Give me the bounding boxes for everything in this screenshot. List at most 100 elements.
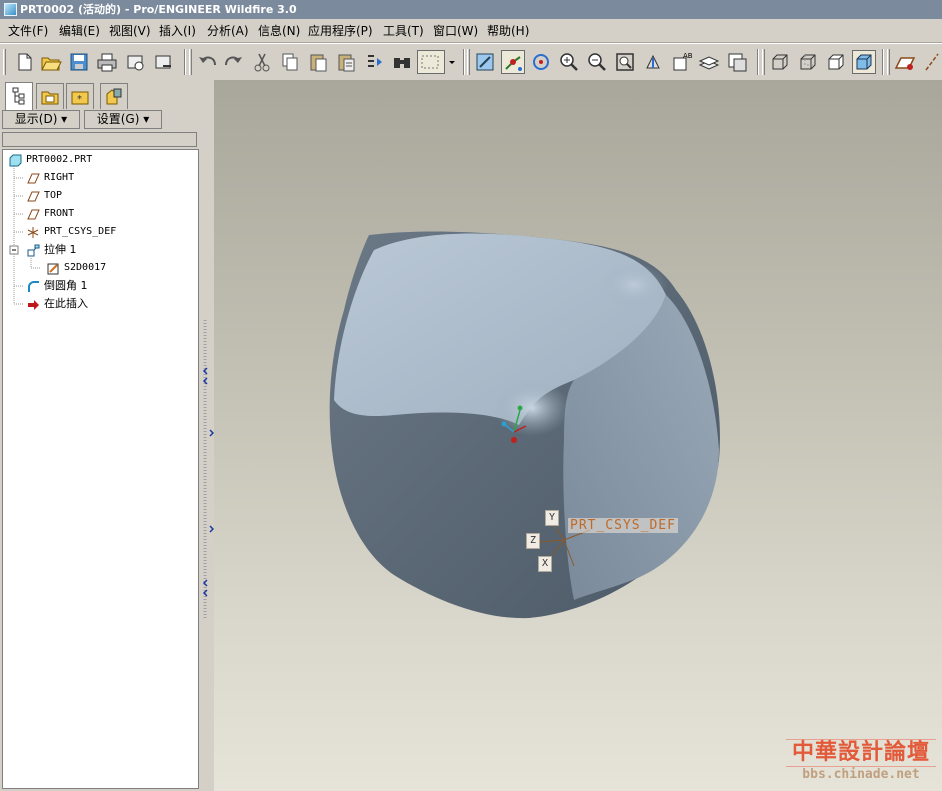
tree-item-label: S2D0017 (64, 262, 107, 273)
folder-browser-icon (41, 91, 59, 105)
redo-icon[interactable] (222, 50, 246, 74)
tree-item-label: 拉伸 1 (44, 243, 77, 256)
undo-icon[interactable] (195, 50, 219, 74)
toolbar-grip[interactable] (189, 49, 192, 75)
navigator-panel: * 显示(D) ▾ 设置(G) ▾ PRT0002.PRT RIGHT TOP … (0, 80, 201, 791)
tree-item-label: RIGHT (44, 172, 75, 183)
menu-tools[interactable]: 工具(T) (383, 23, 424, 39)
send-email-icon[interactable] (123, 50, 147, 74)
extrude-icon (27, 244, 40, 257)
favorites-icon: * (71, 91, 89, 105)
datum-axes-toggle-icon[interactable] (920, 50, 942, 74)
app-icon (4, 3, 17, 16)
show-dropdown[interactable]: 显示(D) ▾ (2, 110, 80, 129)
toolbar-grip[interactable] (3, 49, 6, 75)
window-title: PRT0002 (活动的) - Pro/ENGINEER Wildfire 3.… (20, 3, 297, 16)
tree-item-label: FRONT (44, 208, 75, 219)
zoom-out-icon[interactable] (585, 50, 609, 74)
selection-filter-dropdown[interactable] (417, 50, 445, 74)
menu-window[interactable]: 窗口(W) (433, 23, 478, 39)
menu-applications[interactable]: 应用程序(P) (308, 23, 373, 39)
model-tree-icon (12, 87, 25, 105)
menu-help[interactable]: 帮助(H) (487, 23, 529, 39)
panel-splitter[interactable] (201, 80, 214, 791)
tree-item-label: 倒圆角 1 (44, 279, 88, 292)
toolbar-grip[interactable] (467, 49, 470, 75)
part-icon (9, 154, 22, 167)
no-hidden-icon[interactable] (824, 50, 848, 74)
settings-dropdown[interactable]: 设置(G) ▾ (84, 110, 162, 129)
tree-item-label: PRT_CSYS_DEF (44, 226, 117, 237)
new-file-icon[interactable] (12, 50, 36, 74)
tab-folder-browser[interactable] (36, 83, 64, 109)
send-link-icon[interactable] (151, 50, 175, 74)
watermark-url: bbs.chinade.net (802, 767, 920, 782)
tree-filter-strip[interactable] (2, 132, 197, 147)
menu-analysis[interactable]: 分析(A) (207, 23, 249, 39)
reorient-icon[interactable] (641, 50, 665, 74)
model-tree: PRT0002.PRT RIGHT TOP FRONT PRT_CSYS_DEF… (2, 149, 199, 789)
toolbar-separator (463, 49, 465, 75)
tab-favorites[interactable]: * (66, 83, 94, 109)
paste-special-icon[interactable] (334, 50, 358, 74)
toolbar-grip[interactable] (762, 49, 765, 75)
connections-icon (106, 88, 122, 105)
refit-icon[interactable] (613, 50, 637, 74)
spin-center-icon[interactable] (501, 50, 525, 74)
chevron-down-icon[interactable] (446, 50, 458, 74)
toolbar-separator (757, 49, 759, 75)
sketch-icon (47, 262, 60, 275)
print-icon[interactable] (95, 50, 119, 74)
tree-item-label: 在此插入 (44, 297, 88, 310)
menu-view[interactable]: 视图(V) (109, 23, 151, 39)
watermark: 中華設計論壇 bbs.chinade.net (786, 739, 936, 783)
repaint-icon[interactable] (473, 50, 497, 74)
tab-model-tree[interactable] (5, 82, 33, 110)
orient-mode-icon[interactable] (529, 50, 553, 74)
toolbar-separator (184, 49, 186, 75)
insert-here-arrow-icon (27, 298, 40, 311)
open-folder-icon[interactable] (39, 50, 63, 74)
splitter-grip (202, 320, 214, 620)
datum-planes-toggle-icon[interactable] (893, 50, 917, 74)
axis-tag-y: Y (545, 510, 559, 526)
saved-views-icon[interactable]: AB (669, 50, 693, 74)
save-icon[interactable] (67, 50, 91, 74)
hidden-line-icon[interactable] (796, 50, 820, 74)
datum-plane-icon (27, 172, 40, 185)
axis-tag-z: Z (526, 533, 540, 549)
toolbar-separator (882, 49, 884, 75)
toolbar-grip[interactable] (887, 49, 890, 75)
datum-plane-icon (27, 208, 40, 221)
menu-file[interactable]: 文件(F) (8, 23, 48, 39)
menu-info[interactable]: 信息(N) (258, 23, 300, 39)
view-manager-icon[interactable] (725, 50, 749, 74)
datum-plane-icon (27, 190, 40, 203)
main-toolbar: AB (0, 43, 942, 81)
layers-icon[interactable] (697, 50, 721, 74)
csys-icon (27, 226, 40, 239)
svg-text:*: * (77, 94, 82, 105)
axis-tag-x: X (538, 556, 552, 572)
csys-label: PRT_CSYS_DEF (568, 518, 678, 533)
menu-insert[interactable]: 插入(I) (159, 23, 196, 39)
find-binoculars-icon[interactable] (390, 50, 414, 74)
graphics-viewport[interactable]: PRT_CSYS_DEF Y Z X 中華設計論壇 bbs.chinade.ne… (214, 80, 942, 791)
zoom-in-icon[interactable] (557, 50, 581, 74)
cut-icon[interactable] (250, 50, 274, 74)
tree-item-label: TOP (44, 190, 63, 201)
svg-text:AB: AB (683, 52, 693, 60)
paste-icon[interactable] (306, 50, 330, 74)
menu-edit[interactable]: 编辑(E) (59, 23, 100, 39)
tree-item-label: PRT0002.PRT (26, 154, 93, 165)
shading-icon[interactable] (852, 50, 876, 74)
watermark-title: 中華設計論壇 (786, 739, 936, 767)
menu-bar: 文件(F) 编辑(E) 视图(V) 插入(I) 分析(A) 信息(N) 应用程序… (0, 20, 942, 43)
rounded-cube-model[interactable] (214, 80, 942, 791)
wireframe-icon[interactable] (768, 50, 792, 74)
tab-connections[interactable] (100, 83, 128, 109)
round-icon (27, 280, 40, 293)
copy-icon[interactable] (278, 50, 302, 74)
title-bar: PRT0002 (活动的) - Pro/ENGINEER Wildfire 3.… (0, 0, 942, 19)
regenerate-icon[interactable] (362, 50, 386, 74)
